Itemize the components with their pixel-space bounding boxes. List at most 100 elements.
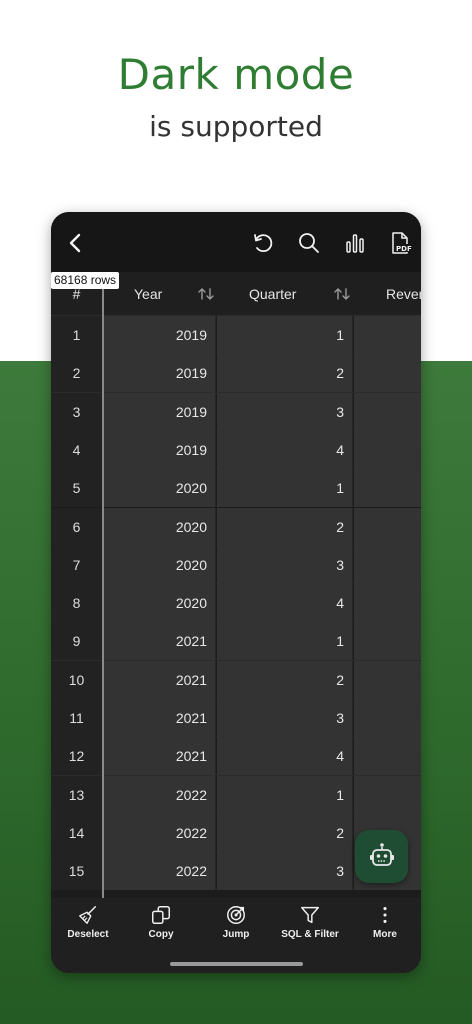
jump-button[interactable]: Jump — [199, 904, 273, 944]
promo-subheadline: is supported — [149, 110, 323, 143]
row-index-cell[interactable]: 2 — [51, 354, 102, 393]
revenue-cell[interactable] — [354, 469, 421, 508]
table-row[interactable]: 2 2019 2 — [51, 354, 421, 393]
quarter-cell[interactable]: 3 — [217, 545, 353, 584]
revenue-cell[interactable] — [354, 545, 421, 584]
revenue-cell[interactable] — [354, 316, 421, 354]
revenue-cell[interactable] — [354, 622, 421, 661]
row-index-cell[interactable]: 12 — [51, 737, 102, 776]
row-index-cell[interactable]: 6 — [51, 507, 102, 546]
year-cell[interactable]: 2019 — [104, 392, 216, 431]
revenue-cell[interactable] — [354, 699, 421, 737]
top-toolbar: PDF — [51, 212, 421, 272]
sql-filter-button[interactable]: SQL & Filter — [273, 904, 347, 944]
table-row[interactable]: 9 2021 1 — [51, 622, 421, 661]
quarter-cell[interactable]: 1 — [217, 622, 353, 661]
promo-headline: Dark mode — [117, 50, 355, 99]
year-cell[interactable]: 2019 — [104, 316, 216, 354]
table-row[interactable]: 6 2020 2 — [51, 507, 421, 546]
sort-icon[interactable] — [197, 285, 215, 303]
revenue-cell[interactable] — [354, 430, 421, 469]
table-row[interactable]: 11 2021 3 — [51, 699, 421, 738]
quarter-cell[interactable]: 1 — [217, 316, 353, 354]
column-header-quarter[interactable]: Quarter — [249, 272, 296, 316]
year-cell[interactable]: 2021 — [104, 660, 216, 699]
quarter-cell[interactable]: 2 — [217, 813, 353, 852]
pdf-icon[interactable]: PDF — [387, 230, 413, 256]
revenue-cell[interactable] — [354, 354, 421, 393]
undo-icon[interactable] — [250, 230, 276, 256]
quarter-cell[interactable]: 3 — [217, 699, 353, 737]
year-cell[interactable]: 2019 — [104, 354, 216, 393]
year-cell[interactable]: 2019 — [104, 430, 216, 469]
year-cell[interactable]: 2020 — [104, 507, 216, 546]
quarter-cell[interactable]: 3 — [217, 852, 353, 891]
year-cell[interactable]: 2021 — [104, 622, 216, 661]
target-icon — [227, 906, 245, 924]
more-label: More — [373, 929, 397, 940]
quarter-cell[interactable]: 4 — [217, 737, 353, 776]
row-index-cell[interactable]: 14 — [51, 813, 102, 852]
revenue-cell[interactable] — [354, 775, 421, 814]
deselect-button[interactable]: Deselect — [51, 904, 125, 944]
table-row[interactable]: 5 2020 1 — [51, 469, 421, 508]
table-row[interactable]: 3 2019 3 — [51, 392, 421, 431]
quarter-cell[interactable]: 4 — [217, 584, 353, 623]
row-index-cell[interactable]: 3 — [51, 392, 102, 431]
row-index-cell[interactable]: 7 — [51, 545, 102, 584]
copy-button[interactable]: Copy — [124, 904, 198, 944]
year-cell[interactable]: 2020 — [104, 584, 216, 623]
quarter-cell[interactable]: 1 — [217, 775, 353, 814]
home-indicator[interactable] — [170, 962, 303, 966]
row-index-cell[interactable]: 13 — [51, 775, 102, 814]
sort-icon[interactable] — [333, 285, 351, 303]
quarter-cell[interactable]: 2 — [217, 507, 353, 546]
sql-filter-label: SQL & Filter — [281, 929, 339, 940]
year-cell[interactable]: 2020 — [104, 469, 216, 508]
quarter-cell[interactable]: 2 — [217, 660, 353, 699]
revenue-cell[interactable] — [354, 584, 421, 623]
year-cell[interactable]: 2021 — [104, 737, 216, 776]
row-index-cell[interactable]: 5 — [51, 469, 102, 508]
table-row[interactable]: 1 2019 1 — [51, 316, 421, 355]
revenue-cell[interactable] — [354, 737, 421, 776]
quarter-cell[interactable]: 1 — [217, 469, 353, 508]
year-cell[interactable]: 2021 — [104, 699, 216, 737]
robot-icon — [369, 842, 394, 866]
row-index-cell[interactable]: 10 — [51, 660, 102, 699]
year-cell[interactable]: 2022 — [104, 775, 216, 814]
quarter-cell[interactable]: 4 — [217, 430, 353, 469]
column-header-year[interactable]: Year — [134, 272, 162, 316]
table-row[interactable]: 4 2019 4 — [51, 430, 421, 470]
column-header-revenue[interactable]: Rever — [386, 272, 421, 316]
bottom-action-bar: Deselect Copy Jump SQL & Filter More — [51, 898, 421, 973]
search-icon[interactable] — [296, 230, 322, 256]
table-row[interactable]: 10 2021 2 — [51, 660, 421, 699]
table-row[interactable]: 12 2021 4 — [51, 737, 421, 776]
row-index-cell[interactable]: 9 — [51, 622, 102, 661]
row-index-cell[interactable]: 1 — [51, 316, 102, 354]
table-row[interactable]: 8 2020 4 — [51, 584, 421, 623]
revenue-cell[interactable] — [354, 392, 421, 431]
chart-icon[interactable] — [342, 230, 368, 256]
row-index-cell[interactable]: 15 — [51, 852, 102, 891]
quarter-cell[interactable]: 2 — [217, 354, 353, 393]
app-screen: PDF # Year Quarter Rever 68168 rows 1 201… — [51, 212, 421, 973]
row-index-cell[interactable]: 4 — [51, 430, 102, 469]
quarter-cell[interactable]: 3 — [217, 392, 353, 431]
ai-assistant-button[interactable] — [355, 830, 408, 883]
copy-label: Copy — [148, 929, 174, 940]
year-cell[interactable]: 2022 — [104, 813, 216, 852]
row-index-cell[interactable]: 8 — [51, 584, 102, 623]
copy-icon — [152, 906, 170, 924]
revenue-cell[interactable] — [354, 507, 421, 546]
row-count-badge: 68168 rows — [51, 272, 120, 289]
table-row[interactable]: 13 2022 1 — [51, 775, 421, 814]
revenue-cell[interactable] — [354, 660, 421, 699]
more-button[interactable]: More — [348, 904, 421, 944]
row-index-cell[interactable]: 11 — [51, 699, 102, 737]
year-cell[interactable]: 2022 — [104, 852, 216, 891]
back-arrow-icon[interactable] — [63, 230, 89, 256]
year-cell[interactable]: 2020 — [104, 545, 216, 584]
table-row[interactable]: 7 2020 3 — [51, 545, 421, 585]
